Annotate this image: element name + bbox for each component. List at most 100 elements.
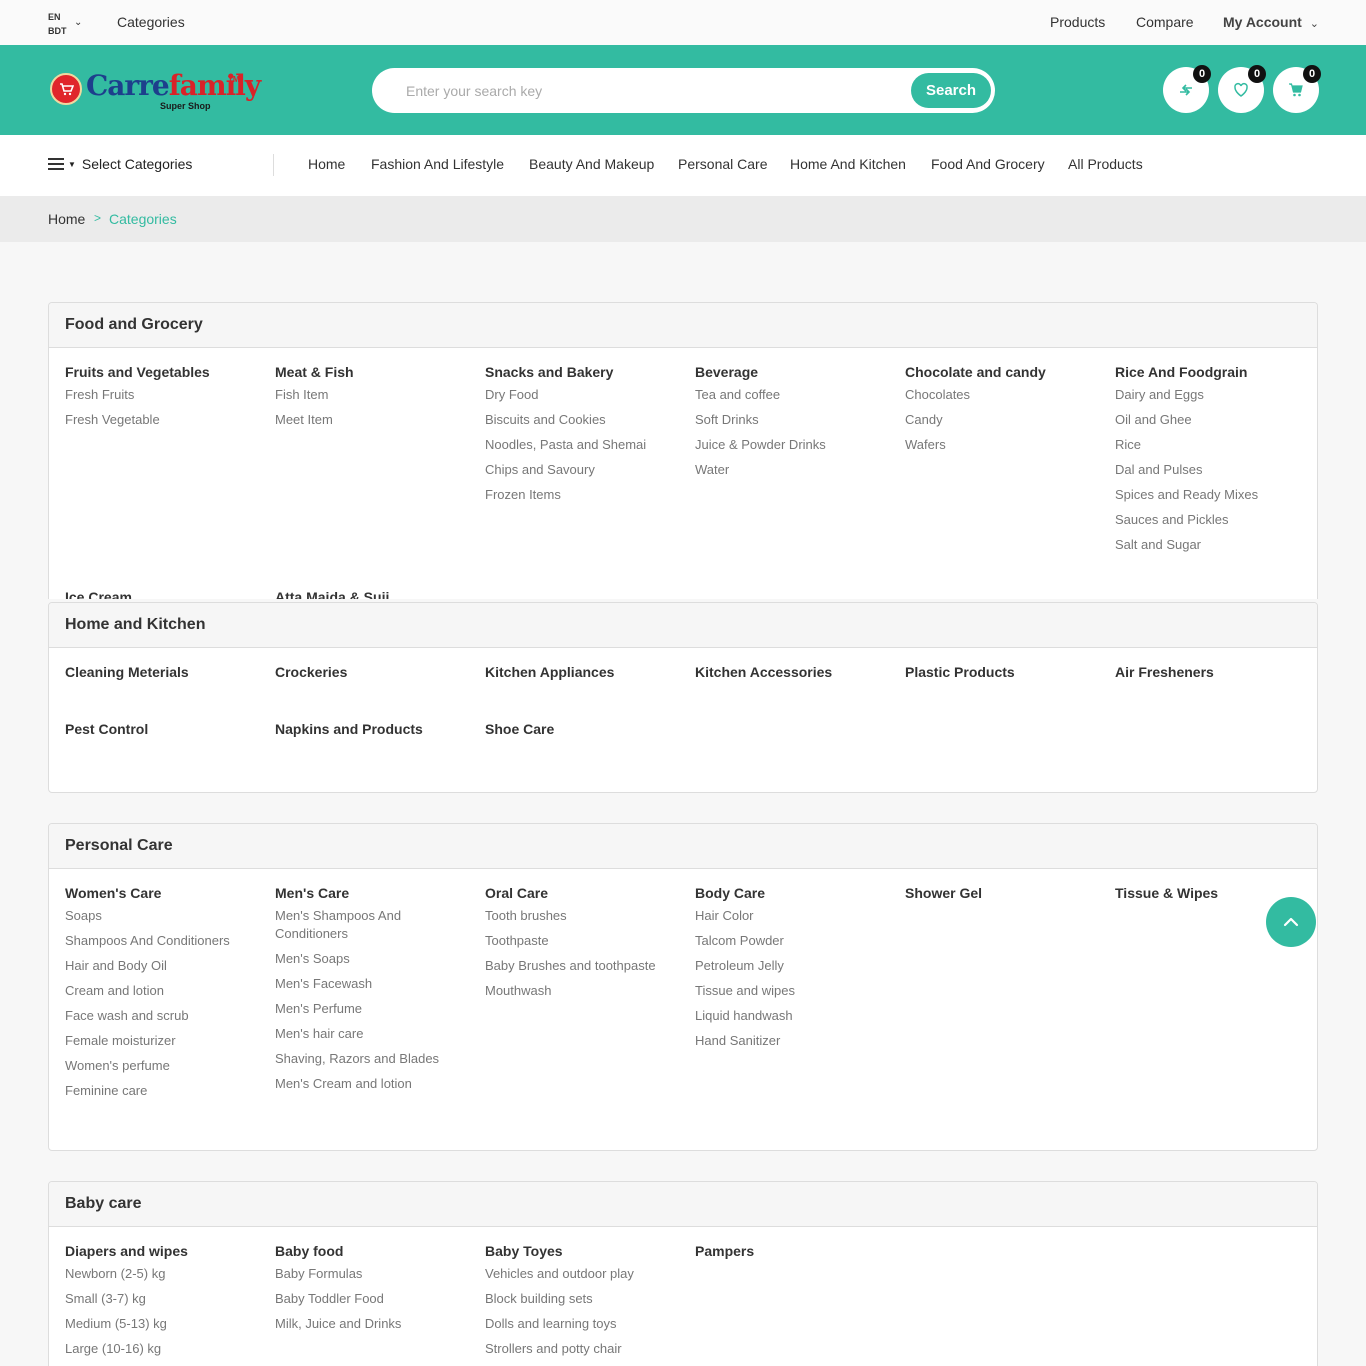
subcategory-link[interactable]: Dolls and learning toys bbox=[485, 1315, 685, 1333]
subcategory-title[interactable]: Baby food bbox=[275, 1242, 475, 1260]
subcategory-link[interactable]: Baby Brushes and toothpaste bbox=[485, 957, 685, 975]
subcategory-link[interactable]: Men's Soaps bbox=[275, 950, 455, 968]
subcategory-title[interactable]: Cleaning Meterials bbox=[65, 663, 265, 681]
subcategory-link[interactable]: Shaving, Razors and Blades bbox=[275, 1050, 455, 1068]
subcategory-link[interactable]: Dairy and Eggs bbox=[1115, 386, 1315, 404]
subcategory-link[interactable]: Wafers bbox=[905, 436, 1105, 454]
subcategory-title[interactable]: Oral Care bbox=[485, 884, 685, 902]
subcategory-link[interactable]: Large (10-16) kg bbox=[65, 1340, 265, 1358]
nav-item-personal-care[interactable]: Personal Care bbox=[678, 156, 768, 172]
breadcrumb-current[interactable]: Categories bbox=[109, 211, 177, 227]
nav-item-all-products[interactable]: All Products bbox=[1068, 156, 1143, 172]
subcategory-link[interactable]: Water bbox=[695, 461, 895, 479]
subcategory-title[interactable]: Rice And Foodgrain bbox=[1115, 363, 1315, 381]
subcategory-title[interactable]: Body Care bbox=[695, 884, 895, 902]
subcategory-link[interactable]: Candy bbox=[905, 411, 1105, 429]
subcategory-title[interactable]: Women's Care bbox=[65, 884, 265, 902]
subcategory-link[interactable]: Small (3-7) kg bbox=[65, 1290, 265, 1308]
subcategory-link[interactable]: Petroleum Jelly bbox=[695, 957, 895, 975]
subcategory-link[interactable]: Fresh Fruits bbox=[65, 386, 265, 404]
subcategory-link[interactable]: Dry Food bbox=[485, 386, 685, 404]
my-account-menu[interactable]: My Account ⌄ bbox=[1223, 14, 1319, 30]
subcategory-title[interactable]: Pest Control bbox=[65, 720, 265, 738]
subcategory-title[interactable]: Fruits and Vegetables bbox=[65, 363, 265, 381]
subcategory-link[interactable]: Medium (5-13) kg bbox=[65, 1315, 265, 1333]
subcategory-title[interactable]: Plastic Products bbox=[905, 663, 1105, 681]
subcategory-title[interactable]: Meat & Fish bbox=[275, 363, 475, 381]
subcategory-link[interactable]: Baby Formulas bbox=[275, 1265, 475, 1283]
subcategory-link[interactable]: Newborn (2-5) kg bbox=[65, 1265, 265, 1283]
subcategory-link[interactable]: Shampoos And Conditioners bbox=[65, 932, 265, 950]
subcategory-link[interactable]: Meet Item bbox=[275, 411, 475, 429]
subcategory-link[interactable]: Hand Sanitizer bbox=[695, 1032, 895, 1050]
subcategory-link[interactable]: Soaps bbox=[65, 907, 265, 925]
subcategory-title[interactable]: Crockeries bbox=[275, 663, 475, 681]
subcategory-link[interactable]: Tea and coffee bbox=[695, 386, 895, 404]
subcategory-link[interactable]: Men's Shampoos And Conditioners bbox=[275, 907, 455, 943]
site-logo[interactable]: Carrefamily TM Super Shop bbox=[50, 69, 261, 113]
topbar-categories-link[interactable]: Categories bbox=[117, 14, 185, 30]
subcategory-link[interactable]: Soft Drinks bbox=[695, 411, 895, 429]
subcategory-title[interactable]: Napkins and Products bbox=[275, 720, 475, 738]
subcategory-title[interactable]: Shoe Care bbox=[485, 720, 685, 738]
subcategory-link[interactable]: Tissue and wipes bbox=[695, 982, 895, 1000]
subcategory-link[interactable]: Oil and Ghee bbox=[1115, 411, 1315, 429]
subcategory-title[interactable]: Air Fresheners bbox=[1115, 663, 1315, 681]
subcategory-link[interactable]: Women's perfume bbox=[65, 1057, 265, 1075]
subcategory-link[interactable]: Men's Facewash bbox=[275, 975, 455, 993]
subcategory-link[interactable]: Block building sets bbox=[485, 1290, 685, 1308]
nav-item-fashion[interactable]: Fashion And Lifestyle bbox=[371, 156, 504, 172]
subcategory-title[interactable]: Kitchen Accessories bbox=[695, 663, 895, 681]
subcategory-link[interactable]: Chips and Savoury bbox=[485, 461, 685, 479]
select-categories-dropdown[interactable]: ▼ Select Categories bbox=[48, 156, 192, 172]
subcategory-link[interactable]: Men's hair care bbox=[275, 1025, 455, 1043]
subcategory-link[interactable]: Chocolates bbox=[905, 386, 1105, 404]
subcategory-link[interactable]: Female moisturizer bbox=[65, 1032, 265, 1050]
nav-item-beauty[interactable]: Beauty And Makeup bbox=[529, 156, 654, 172]
nav-item-home[interactable]: Home bbox=[308, 156, 345, 172]
subcategory-link[interactable]: Dal and Pulses bbox=[1115, 461, 1315, 479]
scroll-to-top-button[interactable] bbox=[1266, 897, 1316, 947]
subcategory-title[interactable]: Snacks and Bakery bbox=[485, 363, 685, 381]
subcategory-link[interactable]: Talcom Powder bbox=[695, 932, 895, 950]
search-button[interactable]: Search bbox=[911, 73, 991, 108]
subcategory-link[interactable]: Hair and Body Oil bbox=[65, 957, 265, 975]
subcategory-title[interactable]: Baby Toyes bbox=[485, 1242, 685, 1260]
subcategory-link[interactable]: Salt and Sugar bbox=[1115, 536, 1315, 554]
subcategory-link[interactable]: Toothpaste bbox=[485, 932, 685, 950]
cart-button[interactable]: 0 bbox=[1273, 65, 1321, 113]
subcategory-link[interactable]: Face wash and scrub bbox=[65, 1007, 265, 1025]
subcategory-link[interactable]: Fresh Vegetable bbox=[65, 411, 265, 429]
subcategory-title[interactable]: Shower Gel bbox=[905, 884, 1105, 902]
subcategory-link[interactable]: Fish Item bbox=[275, 386, 475, 404]
breadcrumb-home[interactable]: Home bbox=[48, 211, 85, 227]
subcategory-link[interactable]: Hair Color bbox=[695, 907, 895, 925]
subcategory-link[interactable]: Baby Toddler Food bbox=[275, 1290, 475, 1308]
subcategory-title[interactable]: Ice Cream bbox=[65, 588, 265, 599]
subcategory-title[interactable]: Pampers bbox=[695, 1242, 895, 1260]
topbar-compare-link[interactable]: Compare bbox=[1136, 14, 1194, 30]
subcategory-link[interactable]: Feminine care bbox=[65, 1082, 265, 1100]
subcategory-link[interactable]: Biscuits and Cookies bbox=[485, 411, 685, 429]
compare-button[interactable]: 0 bbox=[1163, 65, 1211, 113]
subcategory-link[interactable]: Mouthwash bbox=[485, 982, 685, 1000]
subcategory-title[interactable]: Kitchen Appliances bbox=[485, 663, 685, 681]
subcategory-link[interactable]: Liquid handwash bbox=[695, 1007, 895, 1025]
subcategory-title[interactable]: Atta Maida & Suji bbox=[275, 588, 475, 599]
search-input[interactable] bbox=[392, 76, 892, 106]
subcategory-title[interactable]: Men's Care bbox=[275, 884, 455, 902]
nav-item-food-grocery[interactable]: Food And Grocery bbox=[931, 156, 1045, 172]
subcategory-title[interactable]: Beverage bbox=[695, 363, 895, 381]
subcategory-link[interactable]: Frozen Items bbox=[485, 486, 685, 504]
subcategory-link[interactable]: Men's Perfume bbox=[275, 1000, 455, 1018]
nav-item-home-kitchen[interactable]: Home And Kitchen bbox=[790, 156, 906, 172]
subcategory-link[interactable]: Strollers and potty chair bbox=[485, 1340, 685, 1358]
subcategory-link[interactable]: Juice & Powder Drinks bbox=[695, 436, 895, 454]
subcategory-title[interactable]: Chocolate and candy bbox=[905, 363, 1105, 381]
subcategory-link[interactable]: Cream and lotion bbox=[65, 982, 265, 1000]
wishlist-button[interactable]: 0 bbox=[1218, 65, 1266, 113]
subcategory-link[interactable]: Rice bbox=[1115, 436, 1315, 454]
subcategory-link[interactable]: Tooth brushes bbox=[485, 907, 685, 925]
subcategory-link[interactable]: Men's Cream and lotion bbox=[275, 1075, 455, 1093]
subcategory-link[interactable]: Sauces and Pickles bbox=[1115, 511, 1315, 529]
